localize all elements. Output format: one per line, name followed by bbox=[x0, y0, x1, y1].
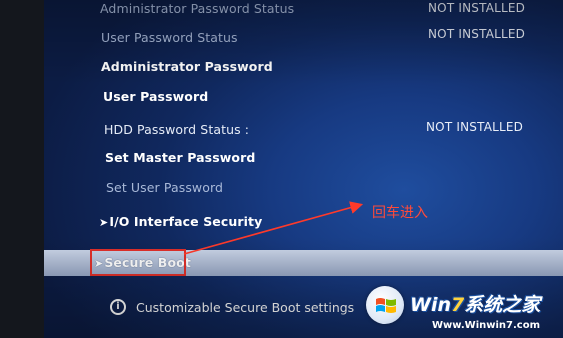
watermark: Win7系统之家 Www.Winwin7.com bbox=[364, 282, 563, 338]
watermark-title-suffix: 系统之家 bbox=[464, 294, 541, 316]
annotation-text: 回车进入 bbox=[372, 205, 428, 221]
watermark-title-seven: 7 bbox=[451, 294, 465, 316]
watermark-url: Www.Winwin7.com bbox=[432, 320, 541, 331]
watermark-title-win: Win bbox=[410, 294, 451, 316]
watermark-title: Win7系统之家 bbox=[410, 290, 540, 317]
windows-logo-icon bbox=[366, 286, 404, 324]
